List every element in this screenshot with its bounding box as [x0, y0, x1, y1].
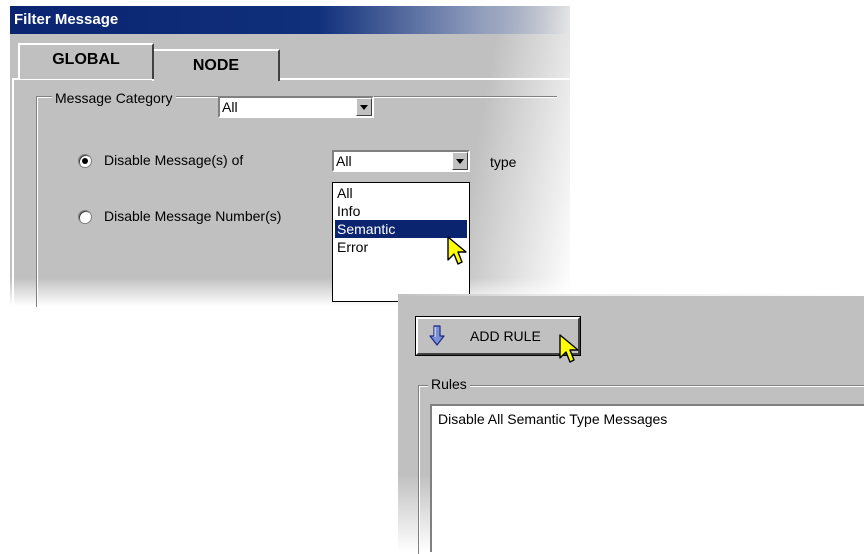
list-item[interactable]: Disable All Semantic Type Messages: [438, 410, 667, 428]
message-category-value: All: [222, 99, 238, 115]
disable-message-numbers-radio[interactable]: [78, 210, 92, 224]
type-suffix-label: type: [490, 154, 517, 170]
message-category-label: Message Category: [52, 90, 176, 106]
disable-messages-of-radio[interactable]: [78, 154, 92, 168]
down-arrow-icon: [429, 325, 445, 346]
window-title: Filter Message: [10, 6, 570, 34]
dropdown-option-all[interactable]: All: [335, 184, 467, 202]
chevron-down-icon[interactable]: [356, 98, 372, 116]
mouse-pointer-icon: [559, 334, 579, 363]
rules-list[interactable]: Disable All Semantic Type Messages: [430, 404, 864, 552]
dropdown-option-info[interactable]: Info: [335, 202, 467, 220]
disable-message-numbers-label[interactable]: Disable Message Number(s): [104, 208, 281, 224]
message-type-select[interactable]: All: [332, 150, 470, 172]
message-category-select[interactable]: All: [218, 96, 374, 118]
add-rule-button[interactable]: ADD RULE: [415, 316, 581, 356]
window-edge: [398, 294, 864, 296]
tab-global[interactable]: GLOBAL: [18, 43, 154, 79]
tab-node[interactable]: NODE: [152, 49, 280, 81]
rules-label: Rules: [428, 376, 470, 392]
add-rule-label: ADD RULE: [470, 328, 541, 344]
message-category-group: [36, 96, 557, 307]
disable-messages-of-label[interactable]: Disable Message(s) of: [104, 152, 243, 168]
mouse-pointer-icon: [447, 236, 467, 265]
chevron-down-icon[interactable]: [452, 152, 468, 170]
message-type-value: All: [336, 153, 352, 169]
